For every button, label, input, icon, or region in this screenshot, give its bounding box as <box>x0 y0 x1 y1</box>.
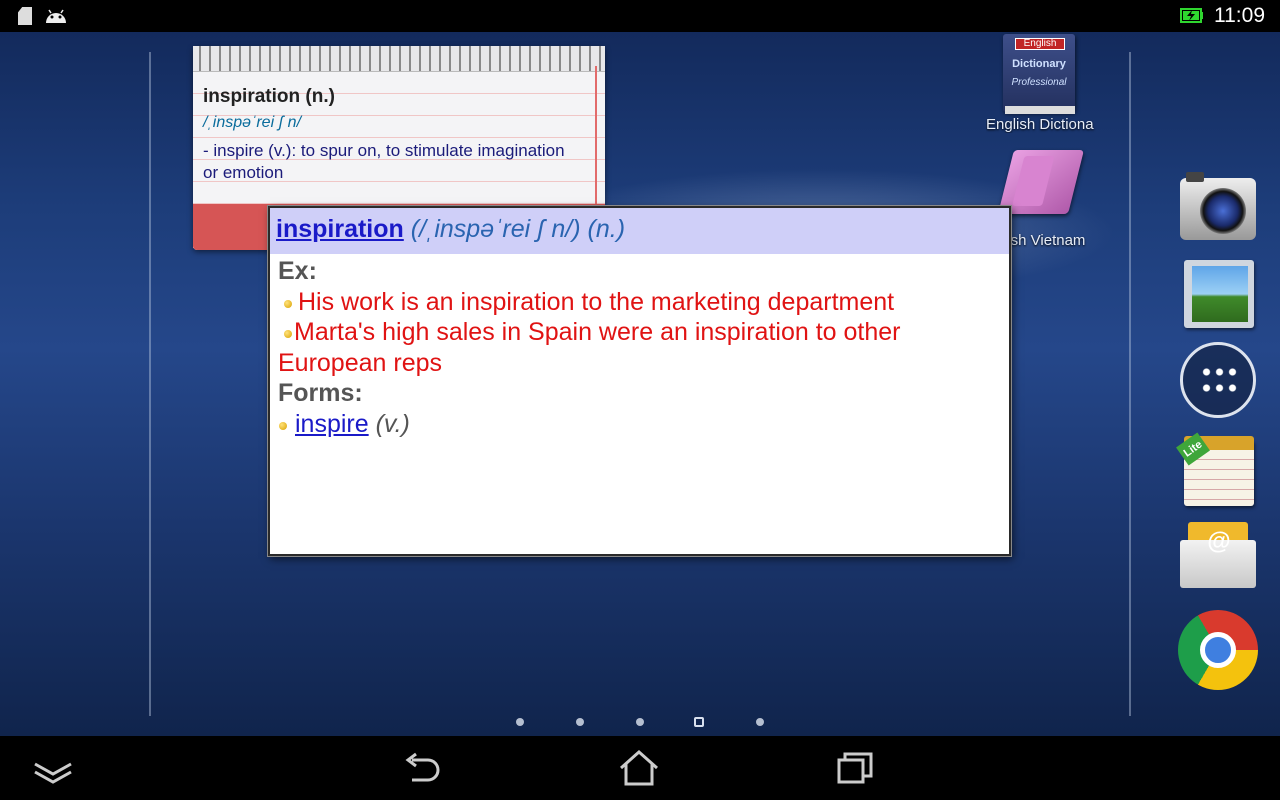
navigation-bar <box>0 736 1280 800</box>
page-dot[interactable] <box>576 718 584 726</box>
page-dot[interactable] <box>636 718 644 726</box>
widget-pronunciation: /ˌinspəˈrei ʃ n/ <box>203 114 302 131</box>
camera-icon[interactable] <box>1178 170 1258 242</box>
page-dot[interactable] <box>756 718 764 726</box>
back-icon[interactable] <box>398 746 450 790</box>
popup-header: inspiration (/ˌinspəˈrei ʃ n/) (n.) <box>270 208 1009 254</box>
page-frame-left <box>149 52 151 716</box>
headword-pronunciation: (/ˌinspəˈrei ʃ n/) <box>410 215 581 243</box>
form-link-inspire[interactable]: inspire <box>295 410 369 438</box>
page-dot[interactable] <box>516 718 524 726</box>
bullet-icon <box>284 299 292 308</box>
bullet-icon <box>284 330 292 338</box>
headword-link[interactable]: inspiration <box>276 215 404 243</box>
shortcut-label: English Dictiona <box>986 116 1094 133</box>
battery-charging-icon <box>1180 7 1204 24</box>
apps-grid-icon[interactable] <box>1180 342 1258 420</box>
popup-body: Ex: His work is an inspiration to the ma… <box>278 256 1003 439</box>
gallery-icon[interactable] <box>1178 260 1258 332</box>
page-dot-active[interactable] <box>694 717 704 727</box>
email-icon[interactable]: @ <box>1178 522 1258 594</box>
english-dictionary-icon: English Dictionary Professional <box>1003 34 1075 114</box>
notepad-rings <box>193 46 605 72</box>
notes-lite-icon[interactable]: Lite <box>1176 432 1258 508</box>
sd-card-icon <box>16 7 36 25</box>
page-frame-right <box>1129 52 1131 716</box>
status-bar: 11:09 <box>0 0 1280 32</box>
bullet-icon <box>279 421 287 430</box>
form-pos: (v.) <box>375 409 410 438</box>
dictionary-popup: inspiration (/ˌinspəˈrei ʃ n/) (n.) Ex: … <box>268 206 1011 556</box>
hide-keyboard-icon[interactable] <box>27 746 79 790</box>
shortcut-label: lish Vietnam <box>1004 232 1086 249</box>
clock: 11:09 <box>1214 4 1265 27</box>
android-icon <box>44 7 66 25</box>
widget-definition: - inspire (v.): to spur on, to stimulate… <box>203 141 565 182</box>
example-item: His work is an inspiration to the market… <box>278 287 1003 318</box>
home-icon[interactable] <box>613 746 665 790</box>
chrome-icon[interactable] <box>1178 610 1258 690</box>
form-item: inspire (v.) <box>278 409 1003 440</box>
recent-apps-icon[interactable] <box>829 746 881 790</box>
forms-label: Forms: <box>278 379 363 407</box>
examples-label: Ex: <box>278 257 317 285</box>
example-item: Marta's high sales in Spain were an insp… <box>278 318 901 377</box>
widget-word: inspiration (n.) <box>203 86 335 107</box>
headword-pos: (n.) <box>587 215 626 243</box>
